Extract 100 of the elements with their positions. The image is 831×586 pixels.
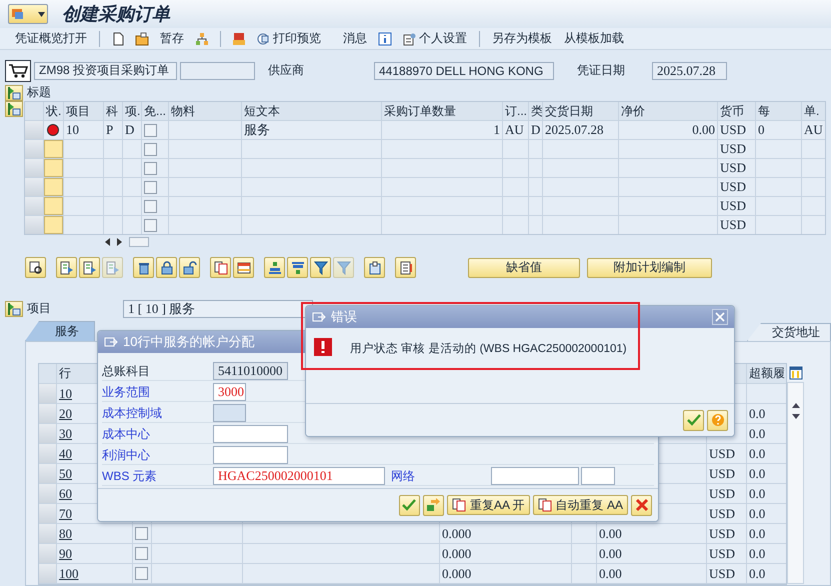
- checkbox[interactable]: [144, 218, 157, 232]
- line-link[interactable]: 20: [59, 406, 72, 422]
- dialog-button[interactable]: 重复AA 开: [446, 495, 530, 515]
- input-field[interactable]: HGAC250002000101: [213, 467, 385, 485]
- line-link[interactable]: 10: [59, 386, 72, 402]
- column-header[interactable]: 项目: [64, 102, 103, 120]
- line-link[interactable]: 60: [59, 486, 72, 502]
- line-link[interactable]: 30: [59, 426, 72, 442]
- expand-icon: [7, 86, 21, 100]
- toolbar-button[interactable]: 打印预览: [254, 30, 324, 48]
- document-arrow-button[interactable]: [79, 257, 100, 278]
- checkbox[interactable]: [144, 142, 157, 156]
- sort-ascending-button[interactable]: [264, 257, 285, 278]
- line-link[interactable]: 90: [59, 546, 72, 562]
- table-button[interactable]: [233, 257, 254, 278]
- lock-button[interactable]: [156, 257, 177, 278]
- column-header[interactable]: 订...: [503, 102, 528, 120]
- column-header[interactable]: 物料: [169, 102, 241, 120]
- checkbox[interactable]: [135, 567, 148, 580]
- table-cell: [802, 216, 825, 234]
- column-header[interactable]: 状.: [44, 102, 63, 120]
- expand-button[interactable]: [5, 300, 23, 317]
- input-cell[interactable]: [44, 197, 63, 216]
- checkbox[interactable]: [144, 180, 157, 194]
- sort-descending-button[interactable]: [287, 257, 308, 278]
- line-link[interactable]: 40: [59, 446, 72, 462]
- expand-button[interactable]: [5, 84, 23, 101]
- copy-button[interactable]: [210, 257, 231, 278]
- checkbox[interactable]: [135, 547, 148, 560]
- tab[interactable]: 服务: [25, 321, 95, 341]
- item-dropdown[interactable]: 1 [ 10 ] 服务: [123, 300, 313, 318]
- input-field[interactable]: [581, 467, 615, 485]
- input-cell[interactable]: [44, 178, 63, 196]
- line-link[interactable]: 100: [59, 566, 78, 582]
- input-field[interactable]: [491, 467, 579, 485]
- line-link[interactable]: 50: [59, 466, 72, 482]
- input-field[interactable]: 3000: [213, 383, 246, 401]
- table-cell: [756, 216, 801, 234]
- column-header[interactable]: 每: [756, 102, 801, 120]
- list-button[interactable]: [395, 257, 416, 278]
- input-cell[interactable]: [44, 159, 63, 178]
- toolbar-button[interactable]: 个人设置: [400, 30, 470, 48]
- trash-button[interactable]: [133, 257, 154, 278]
- scroll-thumb[interactable]: [129, 236, 149, 247]
- input-field[interactable]: [213, 425, 288, 443]
- clipboard-button[interactable]: [364, 257, 385, 278]
- dialog-button[interactable]: 自动重复 AA: [532, 495, 628, 515]
- input-cell[interactable]: [44, 140, 63, 158]
- column-header[interactable]: 项.: [123, 102, 141, 120]
- toolbar-button[interactable]: 消息: [340, 30, 370, 48]
- checkbox[interactable]: [144, 124, 157, 137]
- field-label: 利润中心: [102, 446, 151, 464]
- help-button[interactable]: [707, 410, 728, 430]
- table-button[interactable]: 缺省值: [468, 258, 580, 278]
- input-field[interactable]: [213, 446, 288, 464]
- info-button[interactable]: [376, 30, 394, 48]
- close-button[interactable]: [712, 309, 728, 325]
- toolbar-button[interactable]: 从模板加载: [561, 30, 627, 48]
- column-header[interactable]: 免...: [142, 102, 168, 120]
- table-button[interactable]: 附加计划编制: [587, 258, 712, 278]
- column-header[interactable]: 单.: [802, 102, 825, 120]
- line-link[interactable]: 70: [59, 506, 72, 522]
- tab[interactable]: 交货地址: [747, 323, 831, 341]
- toolbar-button[interactable]: 暂存: [157, 30, 187, 48]
- currency-cell: USD: [707, 504, 746, 523]
- table-corner: [39, 364, 56, 383]
- toolbar-button[interactable]: 另存为模板: [489, 30, 555, 48]
- unlock-button[interactable]: [179, 257, 200, 278]
- column-header[interactable]: 科: [104, 102, 122, 120]
- confirm-button[interactable]: [398, 494, 420, 516]
- open-button[interactable]: [133, 30, 151, 48]
- magnifier-button[interactable]: [25, 257, 46, 278]
- column-header[interactable]: 货币: [718, 102, 755, 120]
- document-arrow-button[interactable]: [56, 257, 77, 278]
- menu-button[interactable]: [8, 4, 48, 24]
- column-header[interactable]: 净价: [619, 102, 717, 120]
- line-link[interactable]: 80: [59, 526, 72, 542]
- cart-button[interactable]: [5, 60, 31, 82]
- row-selector[interactable]: [25, 216, 43, 234]
- column-header[interactable]: 交货日期: [543, 102, 618, 120]
- vendor-field[interactable]: 44188970 DELL HONG KONG: [374, 62, 554, 80]
- document-date-field[interactable]: 2025.07.28: [652, 62, 727, 80]
- checkbox[interactable]: [144, 200, 157, 213]
- confirm-button[interactable]: [683, 410, 704, 430]
- scrollbar[interactable]: [787, 382, 804, 584]
- expand-button[interactable]: [5, 101, 23, 118]
- input-field[interactable]: [180, 62, 255, 80]
- column-header[interactable]: 短文本: [242, 102, 381, 120]
- input-field[interactable]: 5411010000: [213, 362, 288, 380]
- transfer-button[interactable]: [422, 494, 444, 516]
- column-header[interactable]: 超额履: [747, 364, 786, 383]
- table-cell: [503, 159, 528, 178]
- cancel-button[interactable]: [631, 494, 652, 516]
- document-type-dropdown[interactable]: ZM98 投资项目采购订单: [34, 62, 177, 80]
- toolbar-button[interactable]: 凭证概览打开: [12, 30, 90, 48]
- checkbox[interactable]: [144, 162, 157, 175]
- checkbox[interactable]: [135, 527, 148, 540]
- input-cell[interactable]: [44, 216, 63, 234]
- filter-button[interactable]: [310, 257, 331, 278]
- column-header[interactable]: 采购订单数量: [382, 102, 502, 120]
